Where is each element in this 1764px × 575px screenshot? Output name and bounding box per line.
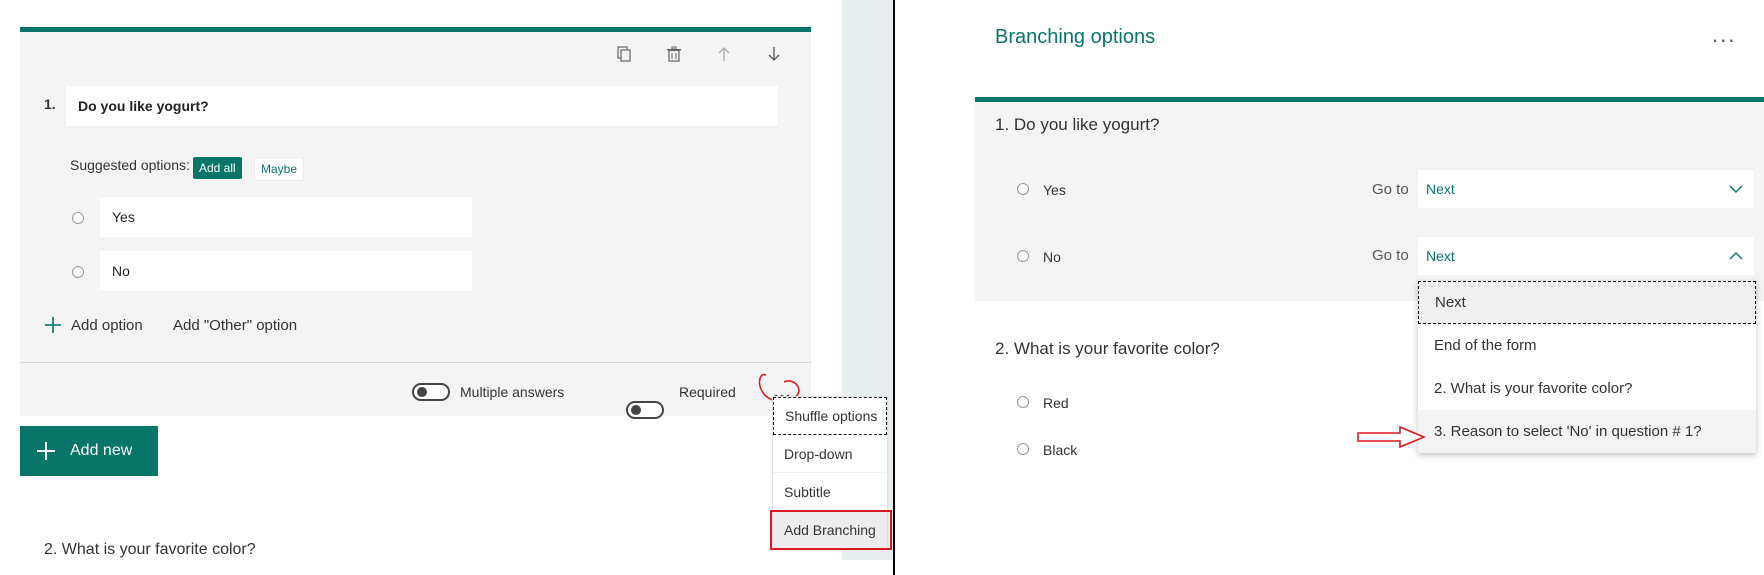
question-2-title: 2. What is your favorite color? — [44, 541, 256, 558]
menu-item-drop-down[interactable]: Drop-down — [773, 435, 887, 473]
option-radio — [1017, 396, 1029, 408]
more-icon[interactable]: ... — [1712, 22, 1736, 48]
menu-item-subtitle[interactable]: Subtitle — [773, 473, 887, 511]
maybe-suggestion-button[interactable]: Maybe — [254, 157, 305, 181]
branching-question-1-title: 1. Do you like yogurt? — [995, 115, 1160, 134]
required-toggle[interactable] — [626, 401, 664, 419]
delete-icon[interactable] — [660, 40, 688, 68]
question-number: 1. — [44, 96, 56, 112]
plus-icon — [44, 316, 62, 339]
option-radio — [72, 212, 84, 224]
annotation-arrow-icon — [1356, 425, 1427, 454]
move-down-icon[interactable] — [760, 40, 788, 68]
add-other-option-button[interactable]: Add "Other" option — [173, 317, 297, 334]
branching-options-title: Branching options — [995, 26, 1156, 48]
add-new-label: Add new — [70, 442, 133, 459]
multiple-answers-label: Multiple answers — [460, 384, 565, 400]
option-radio — [1017, 183, 1029, 195]
add-option-button[interactable]: Add option — [71, 317, 143, 334]
option-radio — [1017, 443, 1029, 455]
chevron-up-icon — [1728, 248, 1744, 267]
panel-divider — [893, 0, 895, 575]
question-title-input[interactable]: Do you like yogurt? — [66, 86, 778, 126]
chevron-down-icon — [1728, 181, 1744, 200]
move-up-icon[interactable] — [710, 40, 738, 68]
goto-select-value: Next — [1426, 248, 1455, 264]
menu-item-shuffle-options[interactable]: Shuffle options — [773, 397, 887, 435]
annotation-highlight-box — [770, 510, 892, 550]
branch-option-label: Yes — [1043, 182, 1066, 198]
option-radio — [1017, 250, 1029, 262]
dropdown-item-next[interactable]: Next — [1418, 281, 1756, 324]
plus-icon — [36, 441, 56, 461]
goto-select-no[interactable]: Next — [1418, 237, 1754, 275]
dropdown-item-end-of-form[interactable]: End of the form — [1418, 324, 1756, 367]
suggested-options-label: Suggested options: — [70, 157, 190, 173]
option-radio — [72, 266, 84, 278]
add-all-button[interactable]: Add all — [193, 157, 242, 179]
goto-select-yes[interactable]: Next — [1418, 170, 1754, 208]
goto-dropdown-list: Next End of the form 2. What is your fav… — [1418, 281, 1756, 453]
goto-label: Go to — [1372, 247, 1409, 264]
add-new-button[interactable]: Add new — [20, 426, 158, 476]
required-label: Required — [679, 384, 736, 400]
branch-option-label: Red — [1043, 395, 1069, 411]
dropdown-item-question-3[interactable]: 3. Reason to select 'No' in question # 1… — [1418, 410, 1756, 453]
multiple-answers-toggle[interactable] — [412, 383, 450, 401]
goto-select-value: Next — [1426, 181, 1455, 197]
option-input-yes[interactable]: Yes — [100, 197, 472, 237]
dropdown-item-question-2[interactable]: 2. What is your favorite color? — [1418, 367, 1756, 410]
branch-option-label: No — [1043, 249, 1061, 265]
branch-option-label: Black — [1043, 442, 1078, 458]
goto-label: Go to — [1372, 181, 1409, 198]
copy-icon[interactable] — [610, 40, 638, 68]
branching-question-2-title: 2. What is your favorite color? — [995, 339, 1220, 358]
option-input-no[interactable]: No — [100, 251, 472, 291]
